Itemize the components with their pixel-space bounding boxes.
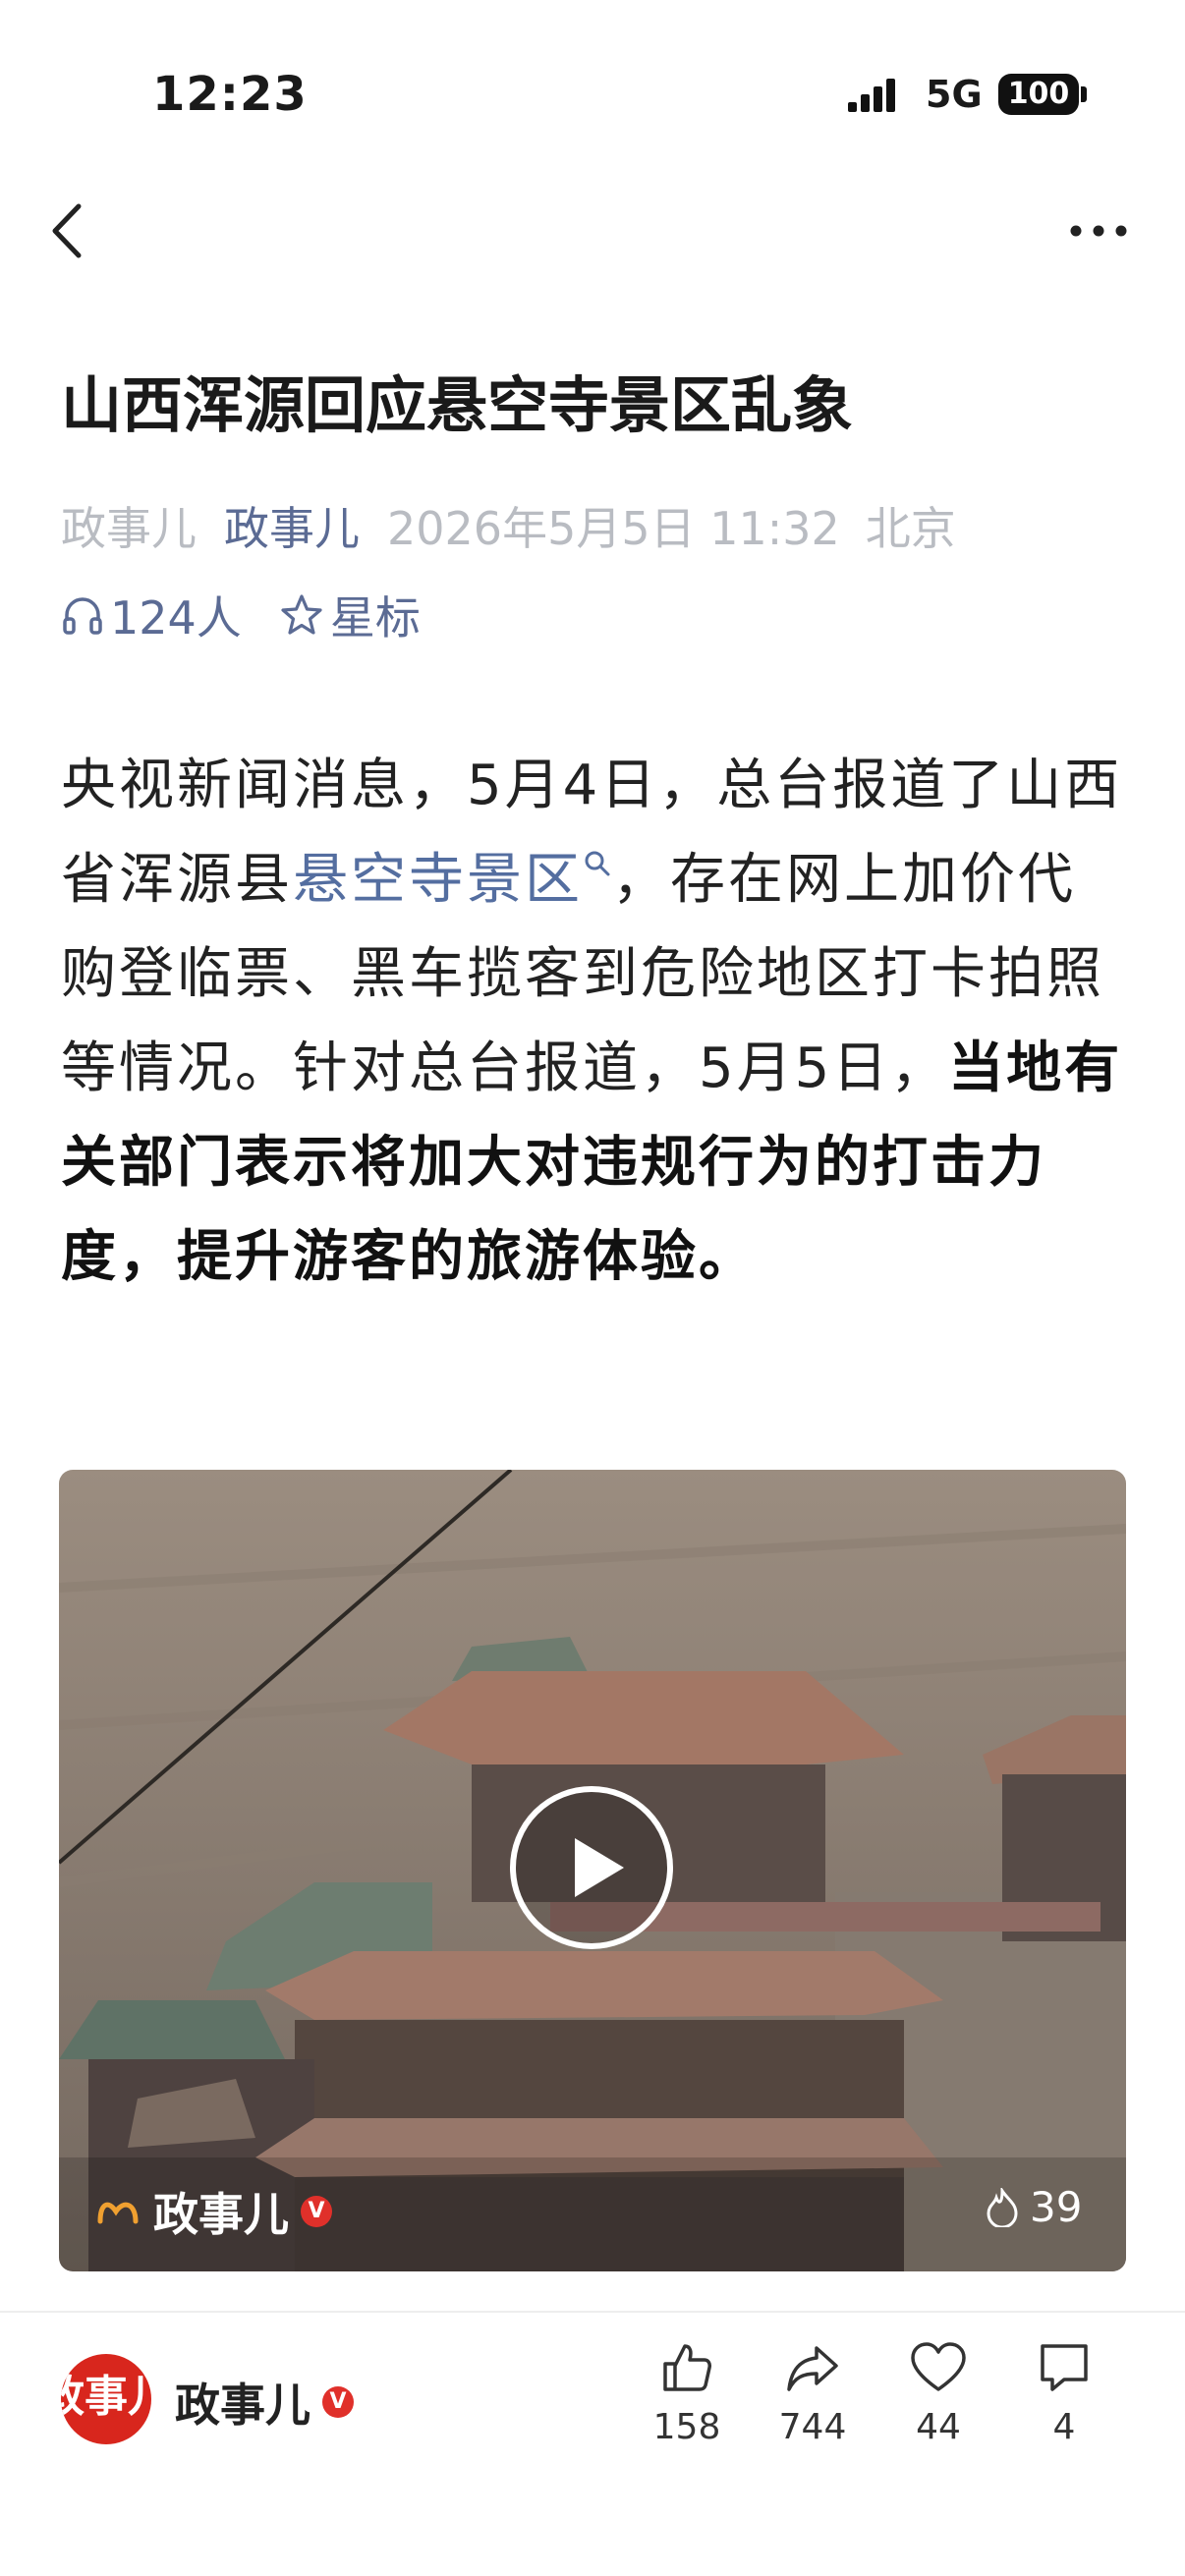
verified-badge-icon: V [322,2386,354,2418]
status-time: 12:23 [152,67,308,122]
avatar-text: 政事儿 [61,2372,151,2422]
battery-icon: 100 [998,74,1079,115]
favorite-button[interactable]: 44 [884,2338,992,2447]
back-icon[interactable] [43,196,92,265]
verified-badge-icon: V [301,2196,332,2227]
scenic-area-link[interactable]: 悬空寺景区 [293,848,612,912]
listen-row: 124人 星标 [61,583,421,647]
listener-count[interactable]: 124人 [110,583,242,647]
headphones-icon[interactable] [61,593,104,637]
comment-icon[interactable] [1035,2338,1094,2397]
avatar-logo: 政事儿 [61,2372,151,2422]
author-info[interactable]: 政事儿 V [175,2370,354,2435]
video-heat-count: 39 [1030,2183,1083,2231]
publish-date: 2026年5月5日 11:32 [387,502,840,555]
search-icon[interactable] [583,849,612,878]
author-name[interactable]: 政事儿 [175,2370,310,2435]
divider [0,2311,1185,2313]
share-button[interactable]: 744 [759,2338,867,2447]
article-title: 山西浑源回应悬空寺景区乱象 [61,369,854,441]
source-account-link[interactable]: 政事儿 [224,502,360,555]
comment-button[interactable]: 4 [1010,2338,1118,2447]
star-icon[interactable] [279,592,324,638]
like-button[interactable]: 158 [633,2338,741,2447]
like-count: 158 [652,2407,721,2447]
video-source-name: 政事儿 [153,2188,289,2241]
article-body: 央视新闻消息，5月4日，总台报道了山西省浑源县悬空寺景区 ，存在网上加价代购登临票… [61,739,1132,1305]
flame-icon [987,2187,1018,2227]
publish-location: 北京 [865,502,956,555]
signal-icon [848,79,895,112]
network-type: 5G [926,73,983,116]
heart-icon[interactable] [909,2338,968,2397]
thumbs-up-icon[interactable] [657,2338,716,2397]
comment-count: 4 [1052,2407,1076,2447]
more-icon[interactable] [1066,211,1131,251]
favorite-count: 44 [916,2407,961,2447]
source-name: 政事儿 [61,502,197,555]
share-count: 744 [778,2407,847,2447]
video-source: 政事儿 V [96,2179,332,2244]
channel-logo-icon [97,2202,139,2224]
battery-nub [1081,86,1087,102]
play-button-icon[interactable] [508,1784,675,1951]
star-label[interactable]: 星标 [330,583,421,647]
scenic-area-link-text[interactable]: 悬空寺景区 [293,848,583,912]
video-heat: 39 [985,2183,1082,2231]
battery-level: 100 [1007,77,1070,111]
article-meta: 政事儿 政事儿 2026年5月5日 11:32 北京 [61,493,956,558]
avatar[interactable]: 政事儿 [61,2354,151,2444]
share-icon[interactable] [783,2338,842,2397]
